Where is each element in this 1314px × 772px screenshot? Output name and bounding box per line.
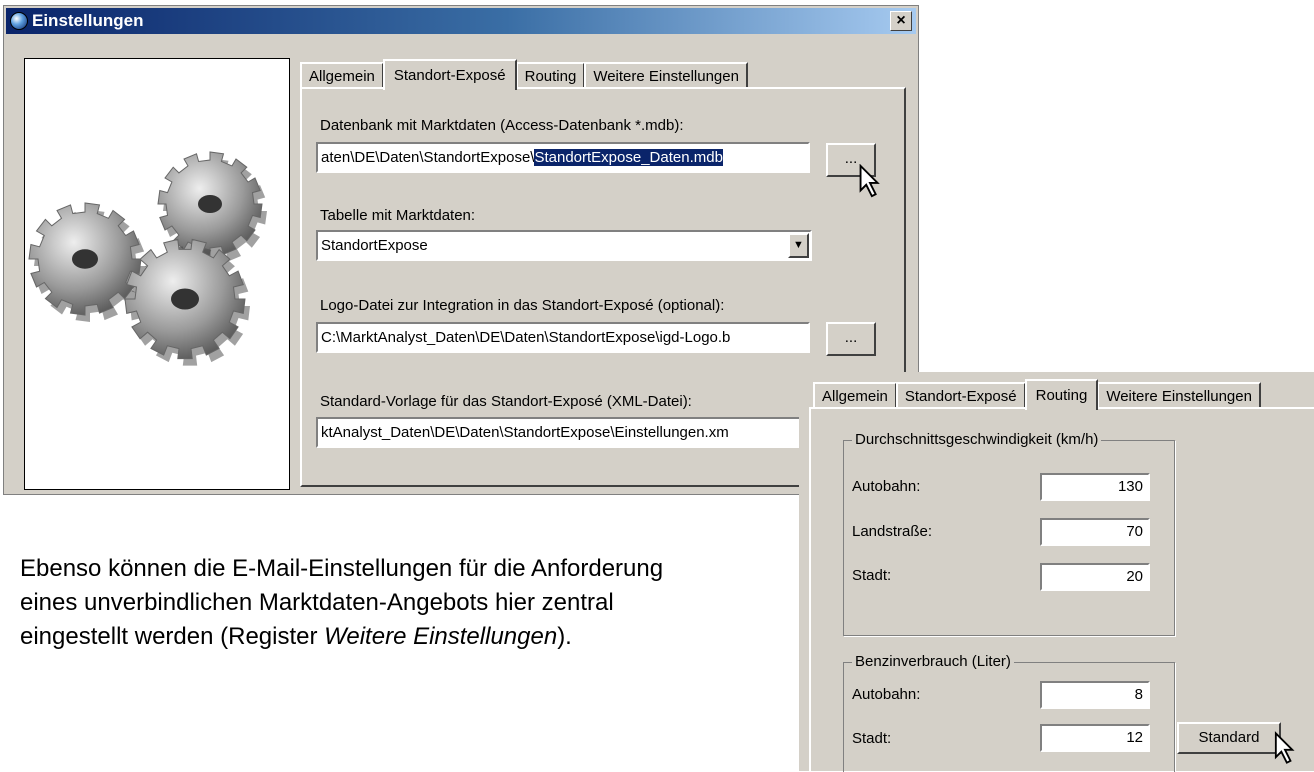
routing-panel: Durchschnittsgeschwindigkeit (km/h) Auto… xyxy=(809,407,1314,772)
tab-allgemein[interactable]: Allgemein xyxy=(300,62,384,88)
speed-autobahn-label: Autobahn: xyxy=(852,478,921,495)
fuel-stadt-label: Stadt: xyxy=(852,730,892,747)
template-path-field[interactable]: ktAnalyst_Daten\DE\Daten\StandortExpose\… xyxy=(316,417,810,448)
mouse-cursor-icon xyxy=(1274,731,1295,764)
table-label: Tabelle mit Marktdaten: xyxy=(320,207,476,224)
body-paragraph: Ebenso können die E-Mail-Einstellungen f… xyxy=(20,552,663,654)
gears-icon xyxy=(28,151,267,366)
db-path-prefix: aten\DE\Daten\StandortExpose\ xyxy=(321,149,535,166)
routing-tab-strip: Allgemein Standort-Exposé Routing Weiter… xyxy=(813,376,1261,410)
chevron-down-icon[interactable]: ▼ xyxy=(788,233,809,258)
main-tab-strip: Allgemein Standort-Exposé Routing Weiter… xyxy=(300,56,748,90)
body-line-2: eines unverbindlichen Marktdaten-Angebot… xyxy=(20,589,614,616)
table-select-value: StandortExpose xyxy=(321,237,428,254)
speed-landstrasse-label: Landstraße: xyxy=(852,523,933,540)
template-label: Standard-Vorlage für das Standort-Exposé… xyxy=(320,393,692,410)
title-bar: Einstellungen × xyxy=(6,8,916,34)
table-select[interactable]: StandortExpose ▼ xyxy=(316,230,812,261)
speed-stadt-label: Stadt: xyxy=(852,567,892,584)
speed-group-title: Durchschnittsgeschwindigkeit (km/h) xyxy=(852,431,1102,448)
fuel-group-title: Benzinverbrauch (Liter) xyxy=(852,653,1014,670)
fuel-autobahn-input[interactable]: 8 xyxy=(1040,681,1150,709)
tab-standort-expose[interactable]: Standort-Exposé xyxy=(382,59,517,90)
mouse-cursor-icon xyxy=(859,164,880,198)
routing-tab-allgemein[interactable]: Allgemein xyxy=(813,382,897,408)
fuel-stadt-input[interactable]: 12 xyxy=(1040,724,1150,752)
window-title: Einstellungen xyxy=(32,11,144,30)
close-button[interactable]: × xyxy=(890,11,912,31)
db-path-selection: StandortExpose_Daten.mdb xyxy=(534,149,723,166)
body-line-3: eingestellt werden (Register Weitere Ein… xyxy=(20,620,663,654)
routing-tab-weitere-einstellungen[interactable]: Weitere Einstellungen xyxy=(1097,382,1261,408)
tab-weitere-einstellungen[interactable]: Weitere Einstellungen xyxy=(584,62,748,88)
standard-button[interactable]: Standard xyxy=(1177,722,1281,754)
speed-landstrasse-input[interactable]: 70 xyxy=(1040,518,1150,546)
app-icon xyxy=(10,12,28,30)
db-label: Datenbank mit Marktdaten (Access-Datenba… xyxy=(320,117,684,134)
logo-path-field[interactable]: C:\MarktAnalyst_Daten\DE\Daten\StandortE… xyxy=(316,322,810,353)
routing-tab-routing[interactable]: Routing xyxy=(1024,379,1099,410)
settings-dialog: Einstellungen × Allgemein Standort-Expos… xyxy=(3,5,919,495)
fuel-group: Benzinverbrauch (Liter) Autobahn: 8 Stad… xyxy=(843,653,1175,772)
fuel-autobahn-label: Autobahn: xyxy=(852,686,921,703)
body-line-3-end: ). xyxy=(557,623,572,650)
body-line-3-start: eingestellt werden (Register xyxy=(20,623,325,650)
logo-browse-button[interactable]: ... xyxy=(826,322,876,356)
speed-autobahn-input[interactable]: 130 xyxy=(1040,473,1150,501)
db-path-field[interactable]: aten\DE\Daten\StandortExpose\StandortExp… xyxy=(316,142,810,173)
routing-dialog: Allgemein Standort-Exposé Routing Weiter… xyxy=(799,372,1314,772)
routing-tab-standort-expose[interactable]: Standort-Exposé xyxy=(895,382,1026,408)
logo-label: Logo-Datei zur Integration in das Stando… xyxy=(320,297,725,314)
gears-illustration xyxy=(24,58,290,490)
body-line-3-italic: Weitere Einstellungen xyxy=(324,623,558,650)
body-line-1: Ebenso können die E-Mail-Einstellungen f… xyxy=(20,555,664,582)
tab-routing[interactable]: Routing xyxy=(515,62,586,88)
speed-group: Durchschnittsgeschwindigkeit (km/h) Auto… xyxy=(843,431,1175,636)
speed-stadt-input[interactable]: 20 xyxy=(1040,563,1150,591)
